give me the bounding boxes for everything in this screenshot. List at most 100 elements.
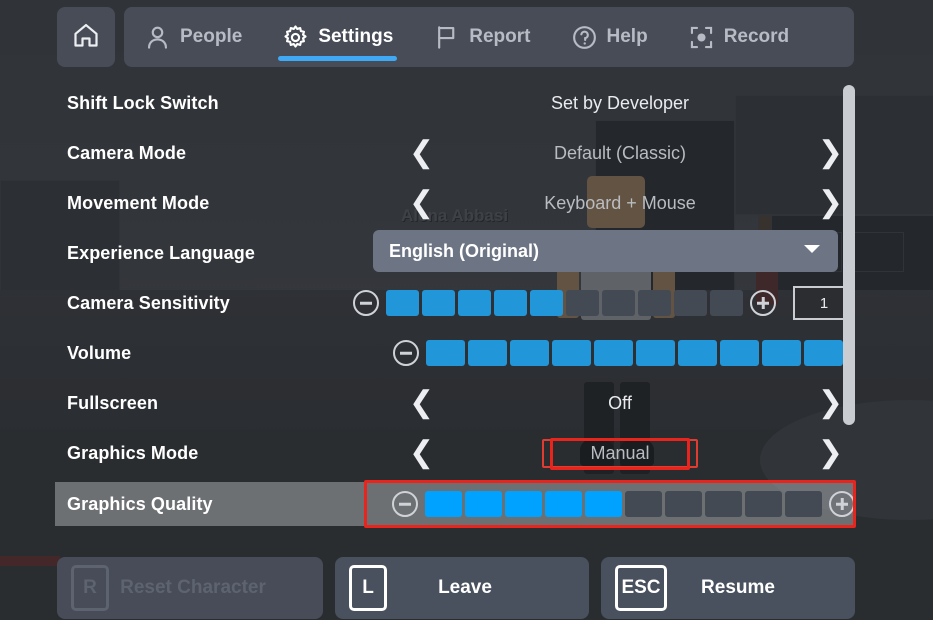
record-icon bbox=[688, 24, 715, 51]
slider-segment[interactable] bbox=[505, 491, 542, 517]
setting-value: Manual bbox=[542, 438, 698, 468]
resume-label: Resume bbox=[701, 577, 775, 598]
tab-settings-label: Settings bbox=[318, 26, 394, 47]
setting-row-graphics-quality[interactable]: Graphics Quality bbox=[55, 482, 855, 526]
tab-record[interactable]: Record bbox=[668, 7, 809, 67]
setting-control: ❮ Off ❯ bbox=[385, 382, 855, 424]
tab-report-label: Report bbox=[469, 26, 531, 47]
slider-segment[interactable] bbox=[585, 491, 622, 517]
slider-segment[interactable] bbox=[510, 340, 549, 366]
tab-report[interactable]: Report bbox=[413, 7, 550, 67]
settings-panel: Shift Lock Switch Set by Developer Camer… bbox=[55, 78, 855, 548]
slider-segment[interactable] bbox=[494, 290, 527, 316]
chevron-right-icon[interactable]: ❯ bbox=[818, 188, 843, 218]
key-badge-l: L bbox=[349, 565, 387, 611]
decrease-button[interactable] bbox=[353, 290, 379, 316]
slider-segment[interactable] bbox=[426, 340, 465, 366]
slider-segment[interactable] bbox=[745, 491, 782, 517]
increase-button[interactable] bbox=[750, 290, 776, 316]
reset-character-label: Reset Character bbox=[120, 577, 266, 598]
slider-segment[interactable] bbox=[625, 491, 662, 517]
slider-segment[interactable] bbox=[594, 340, 633, 366]
settings-scrollbar[interactable] bbox=[843, 85, 855, 425]
experience-language-dropdown[interactable]: English (Original) bbox=[373, 230, 838, 272]
tab-help-label: Help bbox=[606, 26, 648, 47]
slider-segments[interactable] bbox=[426, 340, 843, 366]
setting-control: ❮ Manual ❯ bbox=[385, 432, 855, 474]
setting-label: Graphics Quality bbox=[67, 493, 213, 514]
slider-segments[interactable] bbox=[386, 290, 743, 316]
slider-segment[interactable] bbox=[665, 491, 702, 517]
slider-segment[interactable] bbox=[386, 290, 419, 316]
setting-row-graphics-mode: Graphics Mode ❮ Manual ❯ bbox=[55, 432, 855, 474]
gear-icon bbox=[282, 24, 309, 51]
slider-segment[interactable] bbox=[422, 290, 455, 316]
setting-row-camera-sensitivity: Camera Sensitivity 1 bbox=[55, 282, 855, 324]
graphics-quality-slider[interactable] bbox=[392, 491, 855, 517]
dropdown-selected-value: English (Original) bbox=[389, 240, 540, 261]
volume-slider[interactable] bbox=[393, 340, 843, 366]
slider-segment[interactable] bbox=[636, 340, 675, 366]
flag-icon bbox=[433, 24, 460, 51]
people-icon bbox=[144, 24, 171, 51]
chevron-left-icon[interactable]: ❮ bbox=[409, 388, 434, 418]
slider-segment[interactable] bbox=[705, 491, 742, 517]
chevron-down-icon bbox=[802, 242, 822, 261]
tab-active-underline bbox=[278, 56, 398, 61]
slider-segment[interactable] bbox=[710, 290, 743, 316]
tab-people[interactable]: People bbox=[124, 7, 262, 67]
camera-sensitivity-slider[interactable]: 1 bbox=[353, 286, 855, 320]
slider-segment[interactable] bbox=[468, 340, 507, 366]
setting-row-movement-mode: Movement Mode ❮ Keyboard + Mouse ❯ bbox=[55, 182, 855, 224]
resume-button[interactable]: ESC Resume bbox=[601, 557, 855, 619]
slider-segment[interactable] bbox=[530, 290, 563, 316]
slider-segment[interactable] bbox=[566, 290, 599, 316]
tab-help[interactable]: Help bbox=[551, 7, 668, 67]
home-icon bbox=[71, 21, 101, 54]
slider-segment[interactable] bbox=[785, 491, 822, 517]
setting-row-volume: Volume bbox=[55, 332, 855, 374]
setting-label: Movement Mode bbox=[67, 192, 210, 213]
chevron-right-icon[interactable]: ❯ bbox=[818, 438, 843, 468]
setting-label: Camera Mode bbox=[67, 142, 187, 163]
tab-people-label: People bbox=[180, 26, 243, 47]
setting-label: Camera Sensitivity bbox=[67, 292, 230, 313]
setting-label: Experience Language bbox=[67, 242, 255, 263]
chevron-left-icon[interactable]: ❮ bbox=[409, 438, 434, 468]
slider-segment[interactable] bbox=[804, 340, 843, 366]
chevron-right-icon[interactable]: ❯ bbox=[818, 388, 843, 418]
setting-control bbox=[385, 332, 855, 374]
setting-label: Shift Lock Switch bbox=[67, 92, 219, 113]
decrease-button[interactable] bbox=[392, 491, 418, 517]
slider-segment[interactable] bbox=[674, 290, 707, 316]
slider-segment[interactable] bbox=[678, 340, 717, 366]
slider-segment[interactable] bbox=[552, 340, 591, 366]
chevron-left-icon[interactable]: ❮ bbox=[409, 188, 434, 218]
reset-character-button: R Reset Character bbox=[57, 557, 323, 619]
leave-button[interactable]: L Leave bbox=[335, 557, 589, 619]
increase-button[interactable] bbox=[829, 491, 855, 517]
question-icon bbox=[571, 24, 598, 51]
slider-segment[interactable] bbox=[762, 340, 801, 366]
tab-settings[interactable]: Settings bbox=[262, 7, 413, 67]
setting-row-fullscreen: Fullscreen ❮ Off ❯ bbox=[55, 382, 855, 424]
slider-segment[interactable] bbox=[720, 340, 759, 366]
slider-segments[interactable] bbox=[425, 491, 822, 517]
decrease-button[interactable] bbox=[393, 340, 419, 366]
slider-segment[interactable] bbox=[465, 491, 502, 517]
setting-value: Keyboard + Mouse bbox=[544, 192, 696, 213]
slider-segment[interactable] bbox=[425, 491, 462, 517]
slider-segment[interactable] bbox=[545, 491, 582, 517]
pause-menu-tabs: People Settings Report Help Record bbox=[124, 7, 854, 67]
chevron-right-icon[interactable]: ❯ bbox=[818, 138, 843, 168]
slider-segment[interactable] bbox=[602, 290, 635, 316]
setting-value: Off bbox=[608, 392, 632, 413]
setting-control: ❮ Default (Classic) ❯ bbox=[385, 132, 855, 174]
home-button[interactable] bbox=[57, 7, 115, 67]
tab-record-label: Record bbox=[723, 26, 790, 47]
leave-label: Leave bbox=[438, 577, 492, 598]
slider-segment[interactable] bbox=[638, 290, 671, 316]
setting-row-shift-lock-switch: Shift Lock Switch Set by Developer bbox=[55, 82, 855, 124]
chevron-left-icon[interactable]: ❮ bbox=[409, 138, 434, 168]
slider-segment[interactable] bbox=[458, 290, 491, 316]
